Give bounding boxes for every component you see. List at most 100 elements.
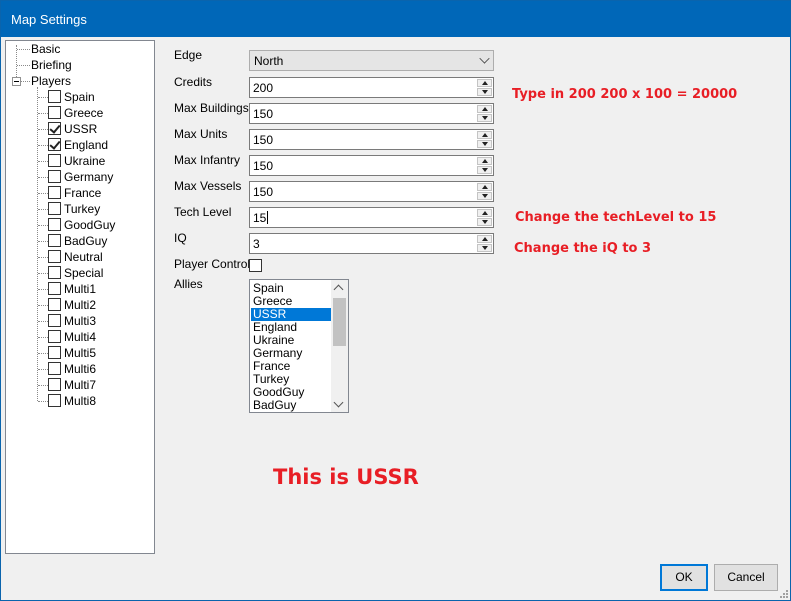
tree-connector [38,161,48,162]
max-infantry-value: 150 [253,159,274,173]
player-checkbox[interactable] [48,122,61,135]
tree-item-label: Neutral [64,250,103,264]
player-checkbox[interactable] [48,394,61,407]
player-annotation: This is USSR [273,465,419,489]
player-control-checkbox[interactable] [249,259,262,272]
tech-level-value-wrap: 15 [253,211,269,225]
max-infantry-spinner[interactable]: 150 [249,155,494,176]
tree-connector [38,225,48,226]
tree-item-label: Multi7 [64,378,97,392]
iq-spinner[interactable]: 3 [249,233,494,254]
player-checkbox[interactable] [48,218,61,231]
tree-connector [38,273,48,274]
iq-label: IQ [174,231,187,245]
player-checkbox[interactable] [48,186,61,199]
tree-connector [38,113,48,114]
tree-connector [38,353,48,354]
credits-spinner[interactable]: 200 [249,77,494,98]
tree-item-label: USSR [64,122,98,136]
player-checkbox[interactable] [48,234,61,247]
ok-button[interactable]: OK [660,564,708,591]
tree-connector [38,337,48,338]
spin-up-icon[interactable] [477,183,492,191]
player-checkbox[interactable] [48,90,61,103]
map-settings-dialog: Map Settings Basic Briefing Players Spai… [0,0,791,601]
spin-up-icon[interactable] [477,209,492,217]
max-vessels-spinner[interactable]: 150 [249,181,494,202]
player-checkbox[interactable] [48,154,61,167]
max-units-spinner[interactable]: 150 [249,129,494,150]
player-checkbox[interactable] [48,170,61,183]
tree-item-label: Briefing [31,58,72,72]
scroll-up-icon[interactable] [333,284,344,295]
tree-item-label: Multi8 [64,394,97,408]
max-buildings-value: 150 [253,107,274,121]
tree-item-label: Basic [31,42,61,56]
title-bar[interactable]: Map Settings [1,1,790,37]
spin-down-icon[interactable] [477,166,492,174]
tree-connector [17,49,30,50]
tech-level-spinner[interactable]: 15 [249,207,494,228]
player-checkbox[interactable] [48,378,61,391]
edge-label: Edge [174,48,203,62]
spin-down-icon[interactable] [477,192,492,200]
iq-value: 3 [253,237,260,251]
tree-connector [17,65,30,66]
credits-annotation: Type in 200 200 x 100 = 20000 [512,87,738,102]
allies-label: Allies [174,277,203,291]
spin-up-icon[interactable] [477,235,492,243]
player-checkbox[interactable] [48,282,61,295]
tree-connector [38,257,48,258]
player-checkbox[interactable] [48,138,61,151]
resize-grip-icon[interactable] [778,588,788,598]
tree-connector [38,401,48,402]
player-checkbox[interactable] [48,266,61,279]
player-checkbox[interactable] [48,298,61,311]
tech-level-value: 15 [253,211,267,225]
player-checkbox[interactable] [48,250,61,263]
tree-item-label: Germany [64,170,114,184]
player-checkbox[interactable] [48,314,61,327]
max-units-label: Max Units [174,127,228,141]
tree-connector [38,321,48,322]
window-title: Map Settings [11,12,87,27]
player-checkbox[interactable] [48,106,61,119]
scroll-thumb[interactable] [333,298,346,346]
player-checkbox[interactable] [48,346,61,359]
tree-item-label: Multi2 [64,298,97,312]
settings-tree[interactable]: Basic Briefing Players Spain Greece USSR En… [5,40,155,554]
allies-list-item[interactable]: BadGuy [251,399,333,412]
chevron-down-icon [479,53,490,64]
spin-up-icon[interactable] [477,105,492,113]
spin-down-icon[interactable] [477,218,492,226]
iq-annotation: Change the iQ to 3 [514,241,652,256]
spin-up-icon[interactable] [477,131,492,139]
spin-up-icon[interactable] [477,79,492,87]
player-checkbox[interactable] [48,202,61,215]
tree-connector [38,177,48,178]
cancel-button[interactable]: Cancel [714,564,778,591]
edge-dropdown[interactable]: North [249,50,494,71]
spin-down-icon[interactable] [477,244,492,252]
tree-item-label: Turkey [64,202,101,216]
tree-item-label: Multi1 [64,282,97,296]
tree-connector [38,241,48,242]
tree-item-label: Special [64,266,104,280]
max-infantry-label: Max Infantry [174,153,241,167]
spin-up-icon[interactable] [477,157,492,165]
collapse-players-icon[interactable] [12,77,21,86]
tree-item-label: Multi6 [64,362,97,376]
max-vessels-label: Max Vessels [174,179,242,193]
tree-item-label: England [64,138,109,152]
max-buildings-spinner[interactable]: 150 [249,103,494,124]
spin-down-icon[interactable] [477,140,492,148]
scroll-down-icon[interactable] [333,397,344,408]
spin-down-icon[interactable] [477,88,492,96]
spin-down-icon[interactable] [477,114,492,122]
allies-scrollbar[interactable] [331,280,348,412]
player-checkbox[interactable] [48,362,61,375]
player-checkbox[interactable] [48,330,61,343]
allies-listbox[interactable]: Spain Greece USSR England Ukraine Germany Fran… [249,279,349,413]
tree-connector [38,385,48,386]
tree-item-label: Ukraine [64,154,106,168]
